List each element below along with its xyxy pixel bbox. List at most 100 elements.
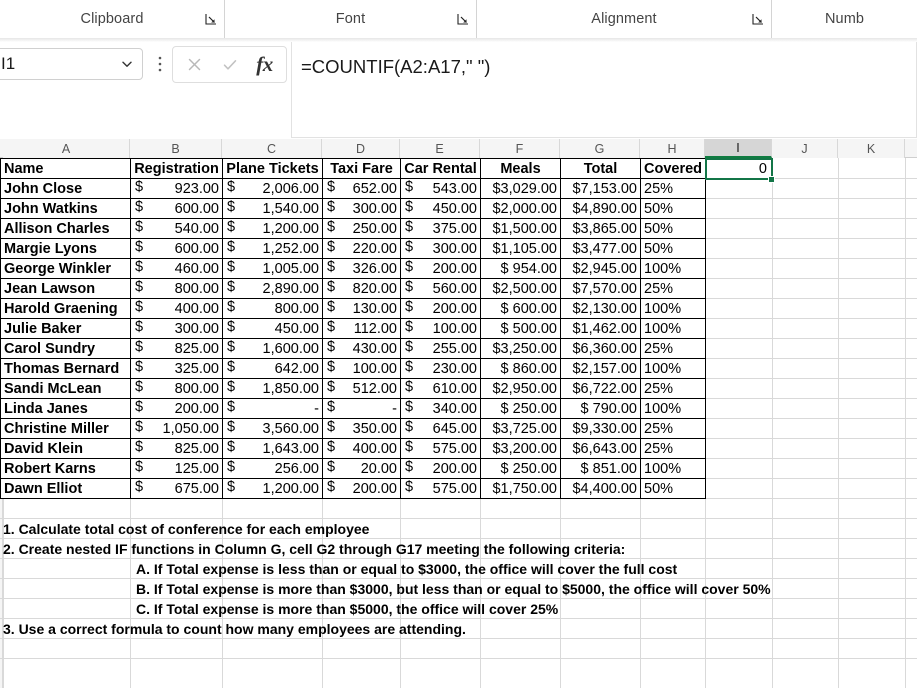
cell-total[interactable]: $1,462.00 xyxy=(561,319,641,339)
cell-meals[interactable]: $1,750.00 xyxy=(481,479,561,499)
cell-name[interactable]: Margie Lyons xyxy=(1,239,131,259)
cell-name[interactable]: Allison Charles xyxy=(1,219,131,239)
table-row[interactable]: John Watkins$600.00$1,540.00$300.00$450.… xyxy=(1,199,706,219)
cell-plane-tickets[interactable]: $1,200.00 xyxy=(223,479,323,499)
cell-car-rental[interactable]: $255.00 xyxy=(401,339,481,359)
cell-taxi-fare[interactable]: $400.00 xyxy=(323,439,401,459)
cell-plane-tickets[interactable]: $1,005.00 xyxy=(223,259,323,279)
table-row[interactable]: Harold Graening$400.00$800.00$130.00$200… xyxy=(1,299,706,319)
cell-car-rental[interactable]: $230.00 xyxy=(401,359,481,379)
cell-plane-tickets[interactable]: $1,600.00 xyxy=(223,339,323,359)
cell-car-rental[interactable]: $200.00 xyxy=(401,459,481,479)
cell-registration[interactable]: $300.00 xyxy=(131,319,223,339)
table-row[interactable]: Robert Karns$125.00$256.00$20.00$200.00$… xyxy=(1,459,706,479)
cell-total[interactable]: $ 851.00 xyxy=(561,459,641,479)
cell-registration[interactable]: $400.00 xyxy=(131,299,223,319)
cell-total[interactable]: $2,130.00 xyxy=(561,299,641,319)
cell-meals[interactable]: $3,725.00 xyxy=(481,419,561,439)
conference-expense-table[interactable]: Name Registration Plane Tickets Taxi Far… xyxy=(0,158,706,499)
cell-name[interactable]: Christine Miller xyxy=(1,419,131,439)
cell-car-rental[interactable]: $340.00 xyxy=(401,399,481,419)
cell-covered[interactable]: 100% xyxy=(641,359,706,379)
cell-plane-tickets[interactable]: $1,540.00 xyxy=(223,199,323,219)
cell-car-rental[interactable]: $575.00 xyxy=(401,439,481,459)
column-header-f[interactable]: F xyxy=(480,139,560,158)
cell-meals[interactable]: $2,000.00 xyxy=(481,199,561,219)
cell-plane-tickets[interactable]: $- xyxy=(223,399,323,419)
dialog-launcher-icon-font[interactable] xyxy=(457,13,469,25)
table-row[interactable]: Thomas Bernard$325.00$642.00$100.00$230.… xyxy=(1,359,706,379)
cell-plane-tickets[interactable]: $800.00 xyxy=(223,299,323,319)
cell-taxi-fare[interactable]: $200.00 xyxy=(323,479,401,499)
cell-total[interactable]: $4,400.00 xyxy=(561,479,641,499)
cell-meals[interactable]: $2,500.00 xyxy=(481,279,561,299)
cell-car-rental[interactable]: $200.00 xyxy=(401,259,481,279)
cell-total[interactable]: $6,360.00 xyxy=(561,339,641,359)
cell-meals[interactable]: $3,250.00 xyxy=(481,339,561,359)
fx-icon[interactable]: fx xyxy=(249,50,281,80)
cell-name[interactable]: Thomas Bernard xyxy=(1,359,131,379)
cell-covered[interactable]: 100% xyxy=(641,299,706,319)
chevron-down-icon[interactable] xyxy=(120,57,134,71)
table-row[interactable]: Linda Janes$200.00$-$-$340.00$ 250.00$ 7… xyxy=(1,399,706,419)
cell-name[interactable]: Harold Graening xyxy=(1,299,131,319)
cell-covered[interactable]: 25% xyxy=(641,279,706,299)
cell-taxi-fare[interactable]: $300.00 xyxy=(323,199,401,219)
cell-name[interactable]: John Close xyxy=(1,179,131,199)
cell-meals[interactable]: $ 860.00 xyxy=(481,359,561,379)
table-row[interactable]: Margie Lyons$600.00$1,252.00$220.00$300.… xyxy=(1,239,706,259)
cell-meals[interactable]: $3,200.00 xyxy=(481,439,561,459)
cell-meals[interactable]: $2,950.00 xyxy=(481,379,561,399)
cell-name[interactable]: John Watkins xyxy=(1,199,131,219)
cell-name[interactable]: Sandi McLean xyxy=(1,379,131,399)
fill-handle[interactable] xyxy=(768,176,775,183)
cell-covered[interactable]: 25% xyxy=(641,339,706,359)
cell-registration[interactable]: $675.00 xyxy=(131,479,223,499)
cell-registration[interactable]: $200.00 xyxy=(131,399,223,419)
cell-taxi-fare[interactable]: $350.00 xyxy=(323,419,401,439)
cell-registration[interactable]: $540.00 xyxy=(131,219,223,239)
cell-total[interactable]: $3,477.00 xyxy=(561,239,641,259)
cell-name[interactable]: Julie Baker xyxy=(1,319,131,339)
cell-taxi-fare[interactable]: $20.00 xyxy=(323,459,401,479)
cell-plane-tickets[interactable]: $3,560.00 xyxy=(223,419,323,439)
table-row[interactable]: Dawn Elliot$675.00$1,200.00$200.00$575.0… xyxy=(1,479,706,499)
cell-registration[interactable]: $800.00 xyxy=(131,379,223,399)
cell-name[interactable]: Carol Sundry xyxy=(1,339,131,359)
cell-meals[interactable]: $ 954.00 xyxy=(481,259,561,279)
cell-total[interactable]: $6,643.00 xyxy=(561,439,641,459)
cell-covered[interactable]: 50% xyxy=(641,199,706,219)
column-header-d[interactable]: D xyxy=(322,139,400,158)
check-icon[interactable] xyxy=(214,50,246,80)
dialog-launcher-icon-alignment[interactable] xyxy=(752,13,764,25)
cell-plane-tickets[interactable]: $1,252.00 xyxy=(223,239,323,259)
cell-taxi-fare[interactable]: $326.00 xyxy=(323,259,401,279)
cell-total[interactable]: $ 790.00 xyxy=(561,399,641,419)
cell-name[interactable]: Linda Janes xyxy=(1,399,131,419)
column-header-b[interactable]: B xyxy=(130,139,222,158)
cell-registration[interactable]: $825.00 xyxy=(131,339,223,359)
cell-name[interactable]: Dawn Elliot xyxy=(1,479,131,499)
cell-covered[interactable]: 50% xyxy=(641,239,706,259)
table-row[interactable]: John Close$923.00$2,006.00$652.00$543.00… xyxy=(1,179,706,199)
table-row[interactable]: Jean Lawson$800.00$2,890.00$820.00$560.0… xyxy=(1,279,706,299)
cell-plane-tickets[interactable]: $256.00 xyxy=(223,459,323,479)
cell-covered[interactable]: 100% xyxy=(641,459,706,479)
cell-taxi-fare[interactable]: $- xyxy=(323,399,401,419)
table-row[interactable]: Julie Baker$300.00$450.00$112.00$100.00$… xyxy=(1,319,706,339)
column-header-h[interactable]: H xyxy=(640,139,705,158)
cell-meals[interactable]: $3,029.00 xyxy=(481,179,561,199)
table-row[interactable]: David Klein$825.00$1,643.00$400.00$575.0… xyxy=(1,439,706,459)
table-row[interactable]: George Winkler$460.00$1,005.00$326.00$20… xyxy=(1,259,706,279)
table-row[interactable]: Carol Sundry$825.00$1,600.00$430.00$255.… xyxy=(1,339,706,359)
cell-covered[interactable]: 100% xyxy=(641,319,706,339)
name-box[interactable]: I1 xyxy=(0,48,143,80)
cell-total[interactable]: $7,153.00 xyxy=(561,179,641,199)
column-header-k[interactable]: K xyxy=(838,139,905,158)
cell-car-rental[interactable]: $100.00 xyxy=(401,319,481,339)
dialog-launcher-icon-clipboard[interactable] xyxy=(205,13,217,25)
cell-car-rental[interactable]: $645.00 xyxy=(401,419,481,439)
cell-plane-tickets[interactable]: $642.00 xyxy=(223,359,323,379)
cell-registration[interactable]: $125.00 xyxy=(131,459,223,479)
cell-plane-tickets[interactable]: $1,850.00 xyxy=(223,379,323,399)
